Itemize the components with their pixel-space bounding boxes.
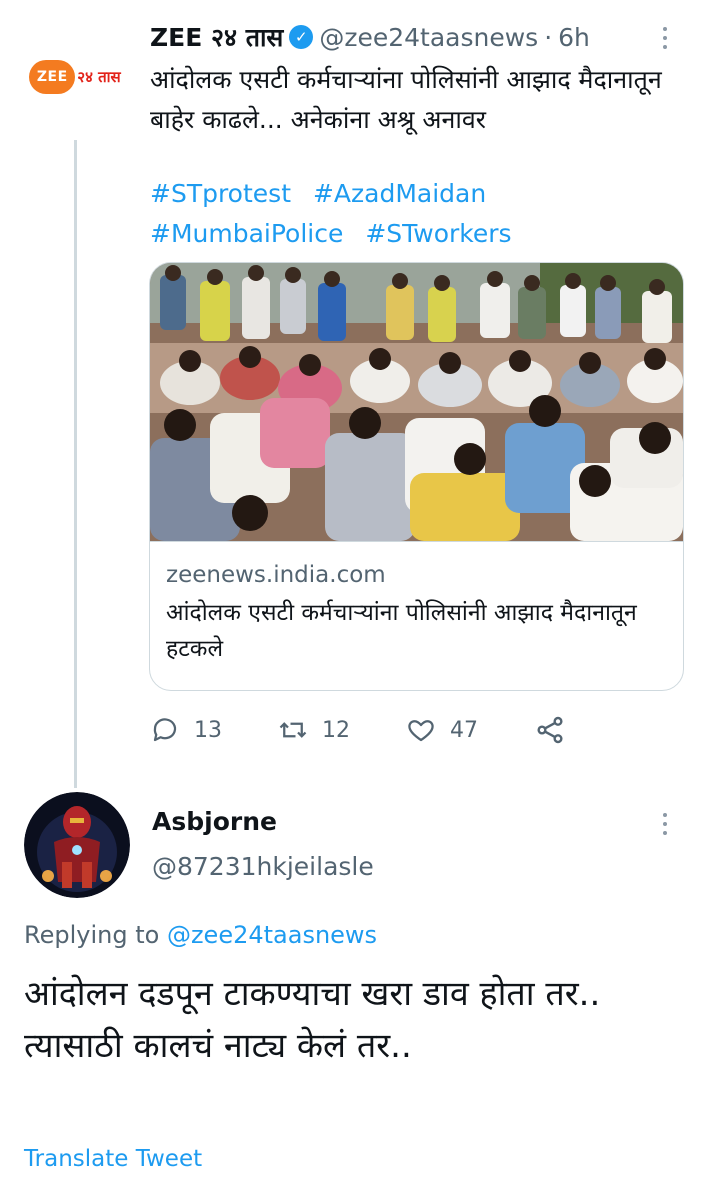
reply-icon (153, 718, 177, 742)
hashtag-link[interactable]: #AzadMaidan (313, 179, 486, 208)
reply-text: आंदोलन दडपून टाकण्याचा खरा डाव होता तर..… (24, 968, 684, 1072)
zee-avatar[interactable]: ZEE २४ तास (20, 52, 130, 102)
author-handle[interactable]: @zee24taasnews (319, 23, 538, 52)
tweet-header: ZEE २४ तास ✓ @zee24taasnews · 6h (150, 20, 590, 54)
reply-line-1: आंदोलन दडपून टाकण्याचा खरा डाव होता तर.. (24, 974, 601, 1014)
hashtag-link[interactable]: #MumbaiPolice (150, 219, 343, 248)
link-preview-card[interactable]: zeenews.india.com आंदोलक एसटी कर्मचाऱ्या… (149, 262, 684, 691)
verified-badge-icon: ✓ (289, 25, 314, 49)
share-button[interactable] (534, 714, 566, 746)
reply-more-options-icon[interactable] (660, 813, 670, 835)
reply-button[interactable]: 13 (150, 715, 222, 745)
translate-tweet-link[interactable]: Translate Tweet (24, 1146, 202, 1172)
replying-to-label: Replying to (24, 921, 160, 949)
protest-photo (150, 263, 683, 541)
reply-author-name[interactable]: Asbjorne (152, 807, 277, 836)
like-count: 47 (450, 717, 478, 743)
thread-connector-line (74, 140, 77, 788)
hashtag-link[interactable]: #STprotest (150, 179, 291, 208)
retweet-count: 12 (322, 717, 350, 743)
card-domain: zeenews.india.com (166, 562, 386, 588)
card-title: आंदोलक एसटी कर्मचाऱ्यांना पोलिसांनी आझाद… (166, 600, 637, 662)
share-icon (537, 716, 563, 744)
more-options-icon[interactable] (660, 27, 670, 49)
reply-author-handle[interactable]: @87231hkjeilasle (152, 852, 374, 881)
replying-to-line: Replying to @zee24taasnews (24, 921, 377, 949)
card-info: zeenews.india.com आंदोलक एसटी कर्मचाऱ्या… (150, 541, 683, 662)
retweet-button[interactable]: 12 (278, 715, 350, 745)
replying-to-handle[interactable]: @zee24taasnews (167, 921, 377, 949)
zee-logo: ZEE २४ तास (29, 60, 121, 94)
zee-logo-sub: २४ तास (77, 68, 121, 86)
tweet-action-bar: 13 12 47 (150, 712, 610, 748)
tweet-time[interactable]: 6h (558, 23, 590, 52)
heart-icon (408, 720, 434, 742)
reply-line-2: त्यासाठी कालचं नाट्य केलं तर.. (24, 1026, 412, 1066)
zee-logo-mark: ZEE (29, 60, 76, 94)
author-name[interactable]: ZEE २४ तास (150, 20, 283, 54)
tweet-text: आंदोलक एसटी कर्मचाऱ्यांना पोलिसांनी आझाद… (150, 65, 662, 134)
retweet-icon (279, 722, 307, 738)
user-avatar[interactable] (24, 792, 130, 898)
hashtag-link[interactable]: #STworkers (365, 219, 511, 248)
hashtag-list: #STprotest #AzadMaidan #MumbaiPolice #ST… (150, 174, 670, 254)
like-button[interactable]: 47 (406, 715, 478, 745)
reply-count: 13 (194, 717, 222, 743)
header-separator: · (544, 22, 553, 52)
